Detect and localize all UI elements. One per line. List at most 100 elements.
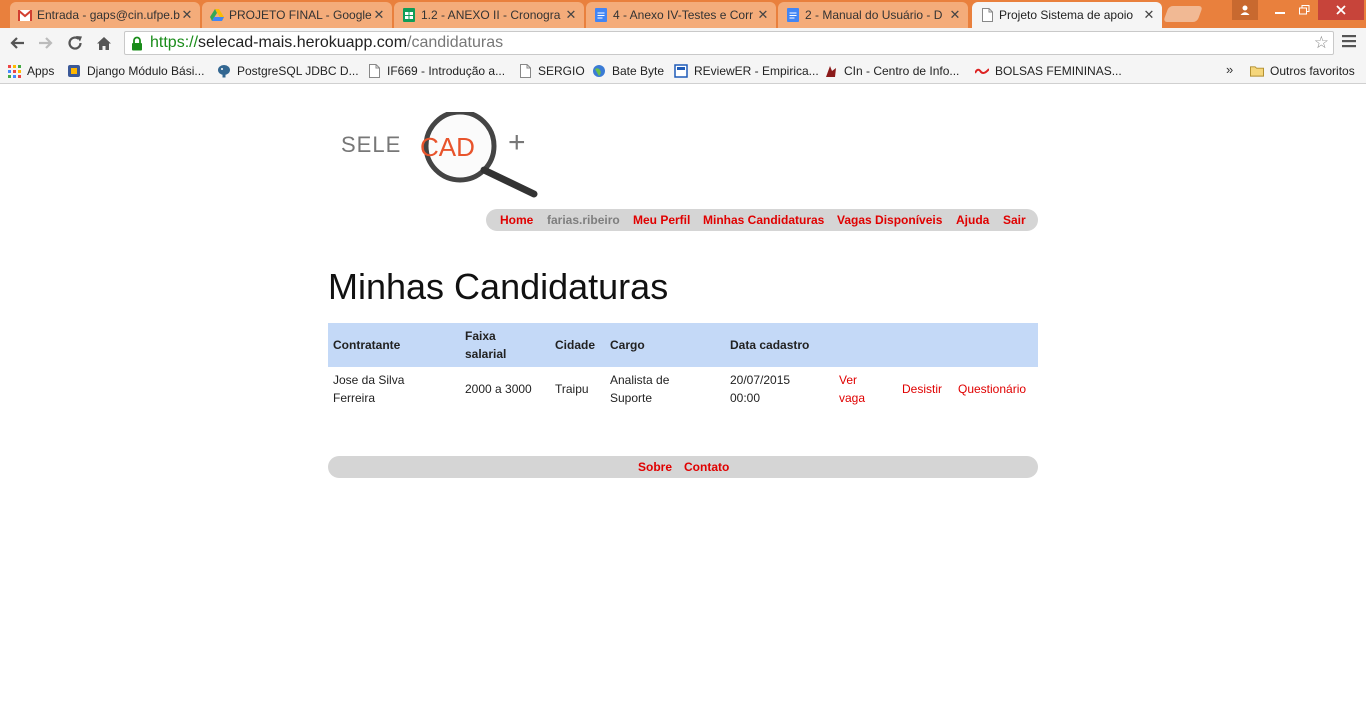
footer-navigation: Sobre Contato bbox=[328, 456, 1038, 478]
bookmark-label: SERGIO bbox=[538, 64, 585, 78]
bookmark-item[interactable]: PostgreSQL JDBC D... bbox=[217, 62, 359, 80]
close-icon[interactable]: ✕ bbox=[372, 7, 386, 23]
page-icon bbox=[980, 8, 994, 22]
bookmark-item[interactable]: SERGIO bbox=[518, 62, 585, 80]
nav-profile-link[interactable]: Meu Perfil bbox=[633, 213, 690, 227]
column-header-faixa-salarial: Faixa salarial bbox=[465, 329, 507, 361]
withdraw-link[interactable]: Desistir bbox=[902, 380, 942, 398]
bookmark-label: IF669 - Introdução a... bbox=[387, 64, 506, 78]
bookmark-label: Apps bbox=[27, 64, 55, 78]
tab-title: PROJETO FINAL - Google bbox=[229, 8, 372, 22]
close-icon[interactable]: ✕ bbox=[756, 7, 770, 23]
url-scheme: https:// bbox=[150, 34, 199, 51]
browser-titlebar: Entrada - gaps@cin.ufpe.b ✕ PROJETO FINA… bbox=[0, 0, 1366, 28]
bookmark-label: PostgreSQL JDBC D... bbox=[237, 64, 359, 78]
new-tab-button[interactable] bbox=[1163, 6, 1203, 22]
svg-text:CAD: CAD bbox=[420, 132, 475, 162]
column-header-data-cadastro: Data cadastro bbox=[730, 338, 810, 352]
nav-jobs-link[interactable]: Vagas Disponíveis bbox=[837, 213, 942, 227]
close-icon[interactable]: ✕ bbox=[564, 7, 578, 23]
back-arrow-icon[interactable] bbox=[6, 32, 28, 54]
url-host: selecad-mais.herokuapp.com bbox=[198, 34, 408, 51]
bookmark-icon bbox=[975, 64, 989, 78]
bookmark-apps[interactable]: Apps bbox=[7, 62, 54, 80]
browser-tab-active[interactable]: Projeto Sistema de apoio ✕ bbox=[972, 2, 1162, 28]
bookmark-item[interactable]: IF669 - Introdução a... bbox=[367, 62, 505, 80]
tab-title: Entrada - gaps@cin.ufpe.b bbox=[37, 8, 180, 22]
docs-icon bbox=[594, 8, 608, 22]
footer-contact-link[interactable]: Contato bbox=[684, 460, 729, 474]
postgres-icon bbox=[217, 64, 231, 78]
reload-icon[interactable] bbox=[64, 32, 86, 54]
forward-arrow-icon[interactable] bbox=[35, 32, 57, 54]
bookmark-item[interactable]: Django Módulo Bási... bbox=[67, 62, 204, 80]
cell-contratante: Jose da Silva Ferreira bbox=[333, 373, 405, 405]
bookmark-label: REviewER - Empirica... bbox=[694, 64, 819, 78]
bookmark-label: Django Módulo Bási... bbox=[87, 64, 205, 78]
browser-tab[interactable]: Entrada - gaps@cin.ufpe.b ✕ bbox=[10, 2, 200, 28]
docs-icon bbox=[786, 8, 800, 22]
address-bar[interactable]: https://selecad-mais.herokuapp.com/candi… bbox=[124, 31, 1334, 55]
tab-title: 1.2 - ANEXO II - Cronogra bbox=[421, 8, 561, 22]
close-icon[interactable]: ✕ bbox=[180, 7, 194, 23]
cell-faixa-salarial: 2000 a 3000 bbox=[465, 382, 532, 396]
table-header-row: Contratante Faixa salarial Cidade Cargo … bbox=[328, 323, 1038, 367]
close-icon[interactable]: ✕ bbox=[948, 7, 962, 23]
browser-tab[interactable]: 4 - Anexo IV-Testes e Corr ✕ bbox=[586, 2, 776, 28]
column-header-cidade: Cidade bbox=[555, 338, 596, 352]
selecad-logo[interactable]: SELE CAD + bbox=[338, 109, 550, 200]
svg-text:SELE: SELE bbox=[341, 132, 401, 157]
bookmark-item[interactable]: Bate Byte bbox=[592, 62, 664, 80]
menu-icon[interactable] bbox=[1340, 32, 1358, 54]
cell-cargo: Analista de Suporte bbox=[610, 373, 670, 405]
user-profile-icon[interactable] bbox=[1232, 0, 1258, 20]
questionnaire-link[interactable]: Questionário bbox=[958, 380, 1026, 398]
bookmark-label: BOLSAS FEMININAS... bbox=[995, 64, 1122, 78]
page-icon bbox=[367, 64, 381, 78]
main-navigation: Home farias.ribeiro Meu Perfil Minhas Ca… bbox=[486, 209, 1038, 231]
bookmarks-bar: Apps Django Módulo Bási... PostgreSQL JD… bbox=[0, 58, 1366, 84]
bookmark-icon bbox=[674, 64, 688, 78]
bookmark-label: Outros favoritos bbox=[1270, 64, 1355, 78]
gmail-icon bbox=[18, 8, 32, 22]
tab-title: Projeto Sistema de apoio bbox=[999, 8, 1134, 22]
bookmarks-overflow-button[interactable]: » bbox=[1226, 62, 1233, 77]
home-icon[interactable] bbox=[93, 32, 115, 54]
bookmark-label: Bate Byte bbox=[612, 64, 665, 78]
bookmark-label: CIn - Centro de Info... bbox=[844, 64, 960, 78]
bookmark-item[interactable]: BOLSAS FEMININAS... bbox=[975, 62, 1122, 80]
tab-title: 2 - Manual do Usuário - D bbox=[805, 8, 943, 22]
column-header-cargo: Cargo bbox=[610, 338, 645, 352]
restore-icon[interactable] bbox=[1292, 0, 1316, 20]
other-bookmarks-folder[interactable]: Outros favoritos bbox=[1250, 62, 1355, 80]
bookmark-icon bbox=[67, 64, 81, 78]
nav-help-link[interactable]: Ajuda bbox=[956, 213, 989, 227]
nav-logout-link[interactable]: Sair bbox=[1003, 213, 1026, 227]
nav-home-link[interactable]: Home bbox=[500, 213, 533, 227]
svg-text:+: + bbox=[508, 126, 526, 159]
page-icon bbox=[518, 64, 532, 78]
cell-data-cadastro: 20/07/2015 00:00 bbox=[730, 373, 791, 405]
browser-toolbar: https://selecad-mais.herokuapp.com/candi… bbox=[0, 28, 1366, 58]
drive-icon bbox=[210, 8, 224, 22]
window-close-icon[interactable] bbox=[1318, 0, 1364, 20]
sheets-icon bbox=[402, 8, 416, 22]
footer-about-link[interactable]: Sobre bbox=[638, 460, 672, 474]
browser-tab[interactable]: 2 - Manual do Usuário - D ✕ bbox=[778, 2, 968, 28]
folder-icon bbox=[1250, 64, 1264, 78]
view-job-link[interactable]: Ver vaga bbox=[839, 371, 865, 407]
bookmark-item[interactable]: CIn - Centro de Info... bbox=[824, 62, 959, 80]
browser-tab[interactable]: PROJETO FINAL - Google ✕ bbox=[202, 2, 392, 28]
bookmark-item[interactable]: REviewER - Empirica... bbox=[674, 62, 819, 80]
page-title: Minhas Candidaturas bbox=[328, 266, 669, 307]
star-icon[interactable]: ☆ bbox=[1314, 33, 1329, 53]
tab-title: 4 - Anexo IV-Testes e Corr bbox=[613, 8, 754, 22]
column-header-contratante: Contratante bbox=[333, 338, 401, 352]
lock-icon bbox=[128, 36, 146, 51]
close-icon[interactable]: ✕ bbox=[1142, 7, 1156, 23]
minimize-icon[interactable] bbox=[1268, 0, 1292, 20]
url-path: /candidaturas bbox=[407, 34, 504, 51]
browser-tab[interactable]: 1.2 - ANEXO II - Cronogra ✕ bbox=[394, 2, 584, 28]
nav-applications-link[interactable]: Minhas Candidaturas bbox=[703, 213, 824, 227]
globe-icon bbox=[592, 64, 606, 78]
